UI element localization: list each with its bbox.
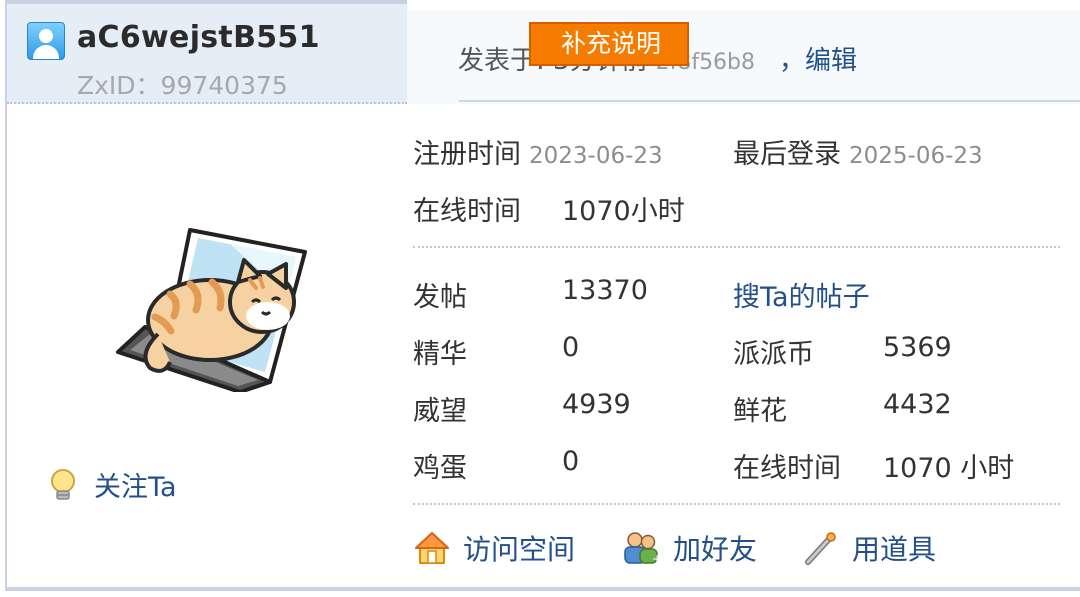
- digest-value: 0: [562, 332, 580, 363]
- supplement-button[interactable]: 补充说明: [529, 22, 689, 66]
- flowers-value: 4432: [883, 389, 952, 420]
- add-friend-link[interactable]: + 加好友: [621, 528, 757, 568]
- coins-value: 5369: [883, 332, 952, 363]
- online-label: 在线时间: [413, 196, 521, 227]
- posts-value: 13370: [562, 275, 648, 306]
- stats-online-label: 在线时间: [733, 453, 841, 484]
- use-item-label: 用道具: [852, 533, 937, 566]
- follow-link[interactable]: 关注Ta: [48, 465, 177, 504]
- eggs-value: 0: [562, 446, 580, 477]
- use-item-link[interactable]: 用道具: [800, 528, 936, 568]
- prestige-value: 4939: [562, 389, 631, 420]
- edit-link[interactable]: ，编辑: [779, 46, 857, 76]
- home-icon: [415, 532, 449, 564]
- stats-online-value: 1070 小时: [883, 453, 1015, 484]
- register-time: 注册时间 2023-06-23: [413, 132, 663, 171]
- visit-space-link[interactable]: 访问空间: [413, 528, 575, 568]
- visit-space-label: 访问空间: [463, 533, 576, 566]
- user-header: aC6wejstB551 ZxID：99740375: [7, 0, 407, 104]
- username[interactable]: aC6wejstB551: [77, 20, 320, 55]
- online-value: 1070小时: [562, 196, 685, 227]
- search-posts-link[interactable]: 搜Ta的帖子: [733, 275, 870, 314]
- register-date: 2023-06-23: [529, 143, 663, 169]
- posts-label: 发帖: [413, 282, 467, 313]
- register-label: 注册时间: [413, 139, 521, 170]
- svg-text:+: +: [652, 552, 661, 566]
- last-login: 最后登录 2025-06-23: [733, 132, 983, 171]
- divider: [413, 246, 1060, 248]
- friends-icon: +: [624, 532, 661, 566]
- digest-label: 精华: [413, 339, 467, 370]
- coins-label: 派派币: [733, 339, 814, 370]
- follow-label: 关注Ta: [94, 472, 177, 503]
- divider: [413, 503, 1060, 505]
- eggs-label: 鸡蛋: [413, 453, 467, 484]
- header-divider: [459, 100, 1080, 102]
- last-login-label: 最后登录: [733, 139, 841, 170]
- flowers-label: 鲜花: [733, 396, 787, 427]
- avatar[interactable]: [110, 222, 320, 392]
- add-friend-label: 加好友: [673, 533, 758, 566]
- user-icon: [27, 22, 65, 60]
- last-login-date: 2025-06-23: [849, 143, 983, 169]
- user-id: ZxID：99740375: [77, 71, 288, 100]
- post-header: 发表于: 3分钟前2f8f56b8，编辑: [407, 0, 1080, 104]
- wand-icon: [805, 532, 836, 565]
- bulb-icon: [51, 468, 75, 500]
- prestige-label: 威望: [413, 396, 467, 427]
